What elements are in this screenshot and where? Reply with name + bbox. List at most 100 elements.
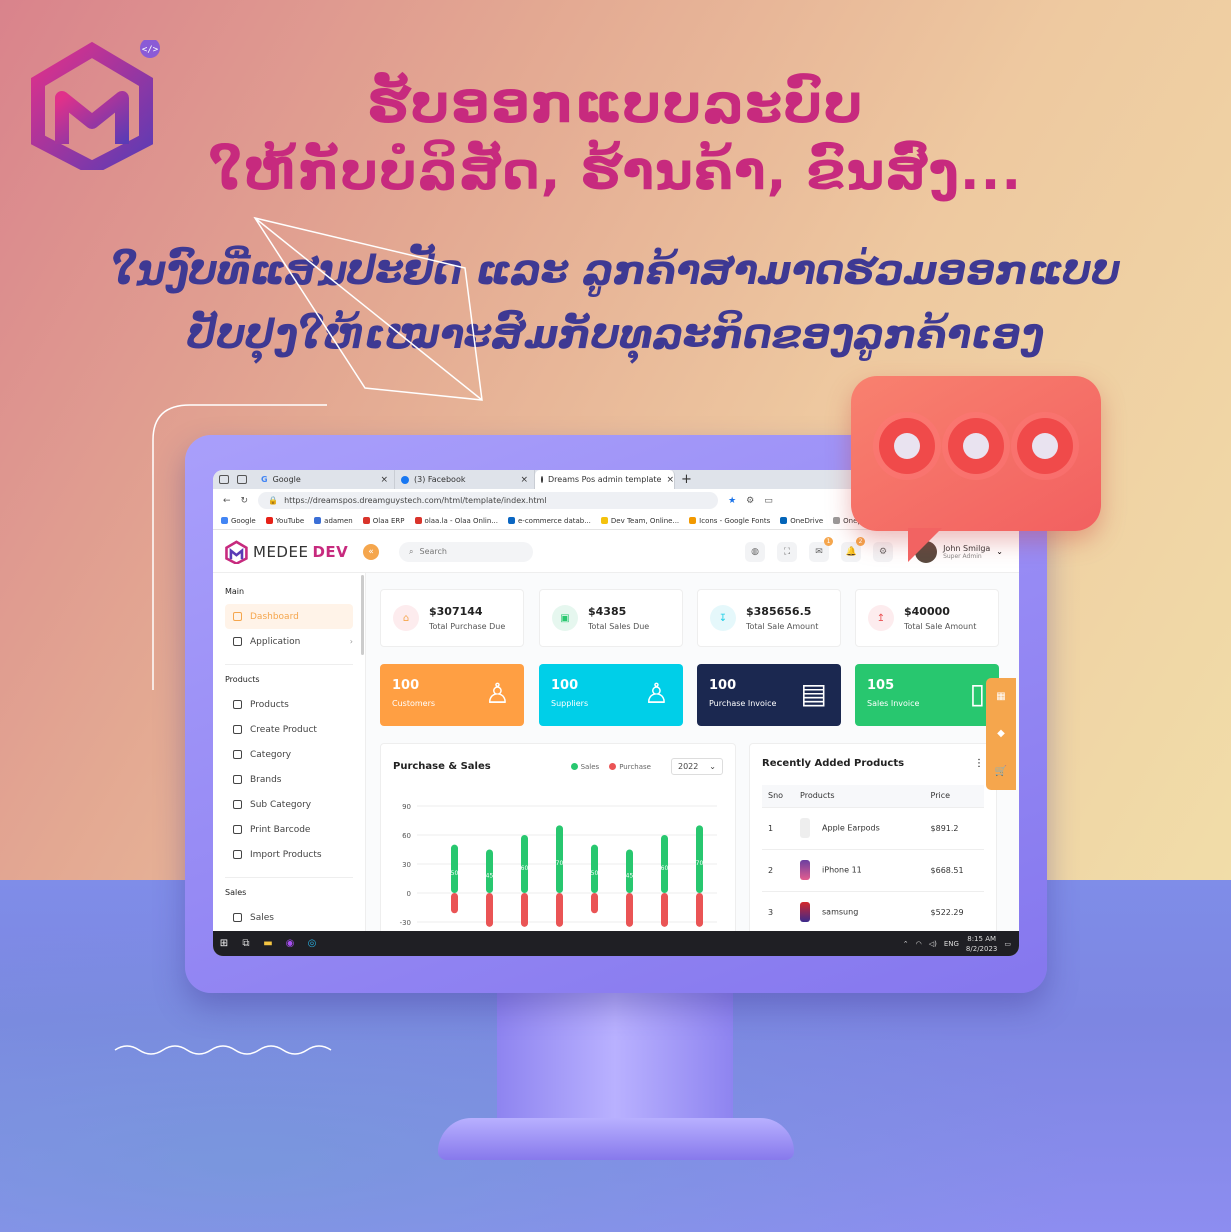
- bell-icon[interactable]: 🔔 2: [841, 536, 866, 562]
- address-bar[interactable]: 🔒 https://dreamspos.dreamguystech.com/htm…: [258, 492, 719, 509]
- products-table-wrap: Sno Products Price 1 Apple Earpods $891.2 …: [750, 769, 996, 934]
- headline-line-2: ໃຫ້ກັບບໍລິສັດ, ຮ້ານຄ້າ, ຂົນສົ່ງ...: [208, 142, 1023, 202]
- sidebar-section-main: Main: [225, 587, 245, 596]
- edge-icon[interactable]: ◎: [301, 931, 323, 956]
- file-explorer-icon[interactable]: ▬: [257, 931, 279, 956]
- browser-tab-facebook[interactable]: (3) Facebook ×: [395, 470, 535, 489]
- sidebar-item-create-product[interactable]: Create Product: [225, 717, 353, 742]
- bookmark-dev-team[interactable]: Dev Team, Online...: [600, 517, 679, 525]
- sidebar-item-brands[interactable]: Brands: [225, 767, 353, 792]
- bookmark-label: e-commerce datab...: [517, 516, 591, 525]
- bookmark-olaa-erp[interactable]: Olaa ERP: [362, 516, 405, 525]
- iphone-image: [800, 860, 811, 880]
- extensions-icon[interactable]: ⚙: [746, 496, 754, 506]
- bookmark-adamen[interactable]: adamen: [314, 517, 353, 525]
- bookmark-label: Olaa ERP: [372, 516, 405, 525]
- star-icon[interactable]: ★: [728, 496, 736, 506]
- tab-actions-icon[interactable]: [237, 475, 247, 484]
- earpods-image: [800, 818, 811, 838]
- sidebar-item-sales[interactable]: Sales: [225, 905, 353, 930]
- product-name[interactable]: iPhone 11: [822, 866, 862, 875]
- bookmark-onedrive[interactable]: OneDrive: [780, 517, 823, 525]
- task-view-icon[interactable]: ⧉: [235, 931, 257, 956]
- new-tab-icon[interactable]: +: [675, 472, 692, 487]
- messenger-icon[interactable]: ◉: [279, 931, 301, 956]
- app-brand[interactable]: MEDEE DEV: [213, 539, 363, 564]
- sidebar-collapse-button[interactable]: «: [363, 543, 379, 560]
- chevron-up-icon[interactable]: ⌃: [903, 940, 909, 948]
- page-icon: [541, 476, 543, 483]
- stat-label: Total Sale Amount: [904, 622, 977, 631]
- cell-sno: 2: [762, 849, 795, 892]
- cell-product: samsung: [794, 891, 925, 934]
- column-header-price[interactable]: Price: [924, 785, 984, 808]
- plus-square-icon: [233, 725, 242, 734]
- volume-icon[interactable]: ◁): [929, 940, 937, 948]
- legend-label: Purchase: [619, 762, 651, 771]
- bookmark-google[interactable]: Google: [221, 517, 256, 525]
- language-indicator[interactable]: ENG: [944, 940, 959, 948]
- sidebar-scrollbar[interactable]: [361, 575, 364, 655]
- layout-icon[interactable]: ▦: [996, 691, 1005, 702]
- cell-price: $891.2: [924, 807, 984, 850]
- sidebar-item-category[interactable]: Category: [225, 742, 353, 767]
- search-input[interactable]: ⌕ Search: [399, 541, 533, 562]
- y-tick-label: 30: [402, 861, 411, 869]
- headline-line-1: ຮັບອອກແບບລະບົບ: [367, 72, 864, 135]
- tag-icon: [233, 775, 242, 784]
- split-screen-icon[interactable]: ▭: [764, 496, 773, 506]
- close-tab-icon[interactable]: ×: [380, 475, 388, 485]
- workspace-icon[interactable]: [219, 475, 229, 484]
- fullscreen-icon[interactable]: ⛶: [777, 541, 798, 562]
- column-header-sno[interactable]: Sno: [762, 785, 795, 808]
- close-tab-icon[interactable]: ×: [520, 475, 528, 485]
- tab-label: Dreams Pos admin template: [548, 475, 662, 484]
- sidebar-item-products[interactable]: Products: [225, 692, 353, 717]
- browser-tab-google[interactable]: G Google ×: [255, 470, 395, 489]
- cart-icon[interactable]: 🛒: [995, 766, 1007, 777]
- sidebar-item-dashboard[interactable]: Dashboard: [225, 604, 353, 629]
- samsung-image: [800, 902, 811, 922]
- product-name[interactable]: samsung: [822, 908, 858, 917]
- clock[interactable]: 8:15 AM 8/2/2023: [966, 934, 997, 954]
- bookmark-label: olaa.la - Olaa Onlin...: [424, 516, 498, 525]
- bookmark-icons[interactable]: Icons - Google Fonts: [689, 517, 770, 525]
- bookmark-youtube[interactable]: YouTube: [265, 516, 305, 525]
- settings-icon[interactable]: ⚙: [873, 541, 894, 562]
- wifi-icon[interactable]: ◠: [916, 940, 922, 948]
- mail-icon[interactable]: ✉ 1: [809, 536, 834, 562]
- paint-bucket-icon[interactable]: ◆: [997, 728, 1005, 739]
- sales-bar: [696, 825, 703, 893]
- refresh-icon[interactable]: ↻: [241, 496, 249, 506]
- sidebar-item-import-products[interactable]: Import Products: [225, 842, 353, 867]
- data-label: 60: [661, 865, 669, 872]
- y-tick-label: -30: [400, 919, 411, 927]
- back-icon[interactable]: ←: [223, 496, 231, 506]
- sidebar-item-print-barcode[interactable]: Print Barcode: [225, 817, 353, 842]
- bookmark-label: adamen: [324, 516, 353, 525]
- bookmark-label: YouTube: [275, 516, 305, 525]
- more-vertical-icon[interactable]: ⋮: [974, 758, 984, 769]
- bookmark-olaa-online[interactable]: olaa.la - Olaa Onlin...: [414, 516, 498, 525]
- sidebar-item-label: Products: [250, 699, 289, 710]
- notification-center-icon[interactable]: ▭: [1004, 940, 1011, 948]
- bubble-dot: [948, 418, 1004, 474]
- table-row[interactable]: 1 Apple Earpods $891.2: [762, 807, 984, 850]
- close-tab-icon[interactable]: ×: [666, 475, 674, 485]
- year-select[interactable]: 2022 ⌄: [671, 758, 723, 775]
- sidebar-item-application[interactable]: Application ›: [225, 629, 353, 654]
- browser-tab-dreams-pos[interactable]: Dreams Pos admin template ×: [535, 470, 675, 489]
- upload-icon: ↥: [868, 605, 894, 631]
- cell-sno: 3: [762, 891, 795, 934]
- windows-start-icon[interactable]: ⊞: [213, 931, 235, 956]
- sidebar-item-sub-category[interactable]: Sub Category: [225, 792, 353, 817]
- sidebar-section-sales: Sales: [225, 888, 247, 897]
- table-row[interactable]: 2 iPhone 11 $668.51: [762, 849, 984, 892]
- column-header-products[interactable]: Products: [794, 785, 925, 808]
- table-row[interactable]: 3 samsung $522.29: [762, 891, 984, 934]
- bookmark-ecommerce[interactable]: e-commerce datab...: [507, 516, 591, 525]
- sales-bar: [451, 844, 458, 893]
- product-name[interactable]: Apple Earpods: [822, 824, 880, 833]
- legend-dot: [609, 763, 617, 770]
- language-icon[interactable]: ◍: [745, 541, 766, 562]
